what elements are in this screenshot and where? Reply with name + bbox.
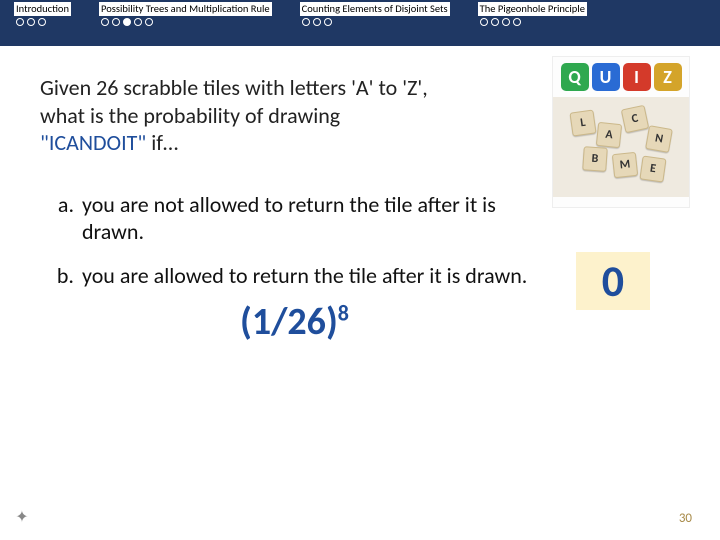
answer-b-exponent: 8 xyxy=(338,299,349,326)
answer-a: 0 xyxy=(576,252,650,310)
nav-title: Introduction xyxy=(14,2,71,16)
nav-title: Possibility Trees and Multiplication Rul… xyxy=(99,2,272,16)
nav-title: The Pigeonhole Principle xyxy=(478,2,587,16)
question-line2: what is the probability of drawing xyxy=(40,102,340,129)
nav-dots xyxy=(478,18,521,26)
option-b-label: b. xyxy=(40,262,82,290)
answer-b-base: (1/26) xyxy=(240,299,338,345)
nav-title: Counting Elements of Disjoint Sets xyxy=(300,2,450,16)
question-highlight: "ICANDOIT" xyxy=(40,129,146,156)
nav-section-possibility-trees[interactable]: Possibility Trees and Multiplication Rul… xyxy=(85,2,286,26)
option-a-label: a. xyxy=(40,191,82,246)
page-number: 30 xyxy=(679,511,692,526)
option-a-text: you are not allowed to return the tile a… xyxy=(82,191,540,246)
question-suffix: if… xyxy=(146,129,178,156)
nav-dots xyxy=(99,18,153,26)
slide-content: Given 26 scrabble tiles with letters 'A'… xyxy=(0,46,720,345)
corner-decoration-icon: ✦ xyxy=(14,510,30,526)
top-nav: Introduction Possibility Trees and Multi… xyxy=(0,0,720,46)
question-line1: Given 26 scrabble tiles with letters 'A'… xyxy=(40,74,428,101)
option-b-text: you are allowed to return the tile after… xyxy=(82,262,540,290)
question-text: Given 26 scrabble tiles with letters 'A'… xyxy=(40,74,540,157)
nav-section-introduction[interactable]: Introduction xyxy=(0,2,85,26)
nav-dots xyxy=(300,18,332,26)
nav-dots xyxy=(14,18,46,26)
option-b: b. you are allowed to return the tile af… xyxy=(40,262,540,290)
nav-section-counting-disjoint[interactable]: Counting Elements of Disjoint Sets xyxy=(286,2,464,26)
option-a: a. you are not allowed to return the til… xyxy=(40,191,540,246)
nav-section-pigeonhole[interactable]: The Pigeonhole Principle xyxy=(464,2,601,26)
